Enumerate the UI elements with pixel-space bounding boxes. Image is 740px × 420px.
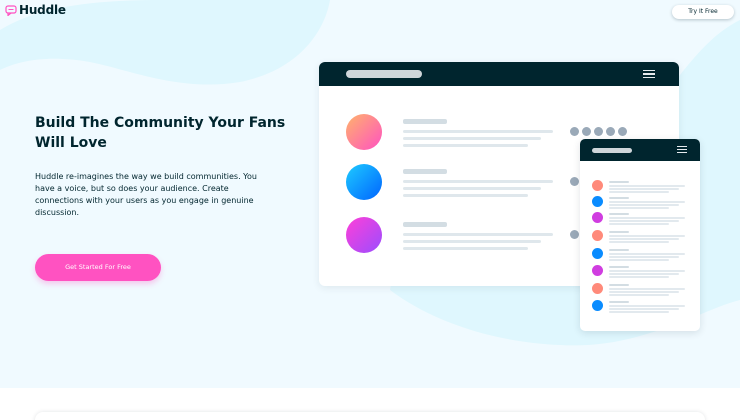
hero-section: Huddle Try It Free Build The Community Y… (0, 0, 740, 388)
avatar (592, 283, 603, 294)
avatar (592, 212, 603, 223)
mobile-row (580, 247, 700, 261)
desktop-mockup-titlebar (319, 62, 679, 86)
logo[interactable]: Huddle (5, 3, 66, 17)
avatar (592, 180, 603, 191)
avatar (592, 196, 603, 207)
avatar (346, 164, 382, 200)
get-started-button[interactable]: Get Started For Free (35, 254, 161, 281)
avatar (592, 230, 603, 241)
site-header: Huddle Try It Free (0, 0, 740, 24)
titlebar-placeholder (592, 148, 632, 153)
hero-description: Huddle re-imagines the way we build comm… (35, 172, 257, 217)
mobile-row (580, 264, 700, 278)
avatar (592, 265, 603, 276)
hamburger-icon (643, 70, 655, 78)
avatar (346, 217, 382, 253)
hamburger-icon (677, 146, 687, 154)
avatar (592, 248, 603, 259)
mobile-row (580, 179, 700, 193)
logo-text: Huddle (19, 3, 66, 17)
mobile-row (580, 229, 700, 243)
chat-bubble-icon (5, 5, 17, 16)
mobile-row (580, 195, 700, 209)
mobile-row (580, 299, 700, 313)
mobile-mockup-illustration (580, 139, 700, 331)
avatar (346, 114, 382, 150)
mobile-row (580, 282, 700, 296)
mobile-row (580, 211, 700, 225)
online-dots (570, 127, 627, 136)
hero-title: Build The Community Your Fans Will Love (35, 115, 286, 151)
try-it-free-button[interactable]: Try It Free (672, 5, 734, 19)
online-dots (570, 230, 579, 239)
online-dots (570, 177, 579, 186)
titlebar-placeholder (346, 70, 422, 78)
feature-card (35, 412, 705, 420)
mobile-mockup-titlebar (580, 139, 700, 161)
avatar (592, 300, 603, 311)
